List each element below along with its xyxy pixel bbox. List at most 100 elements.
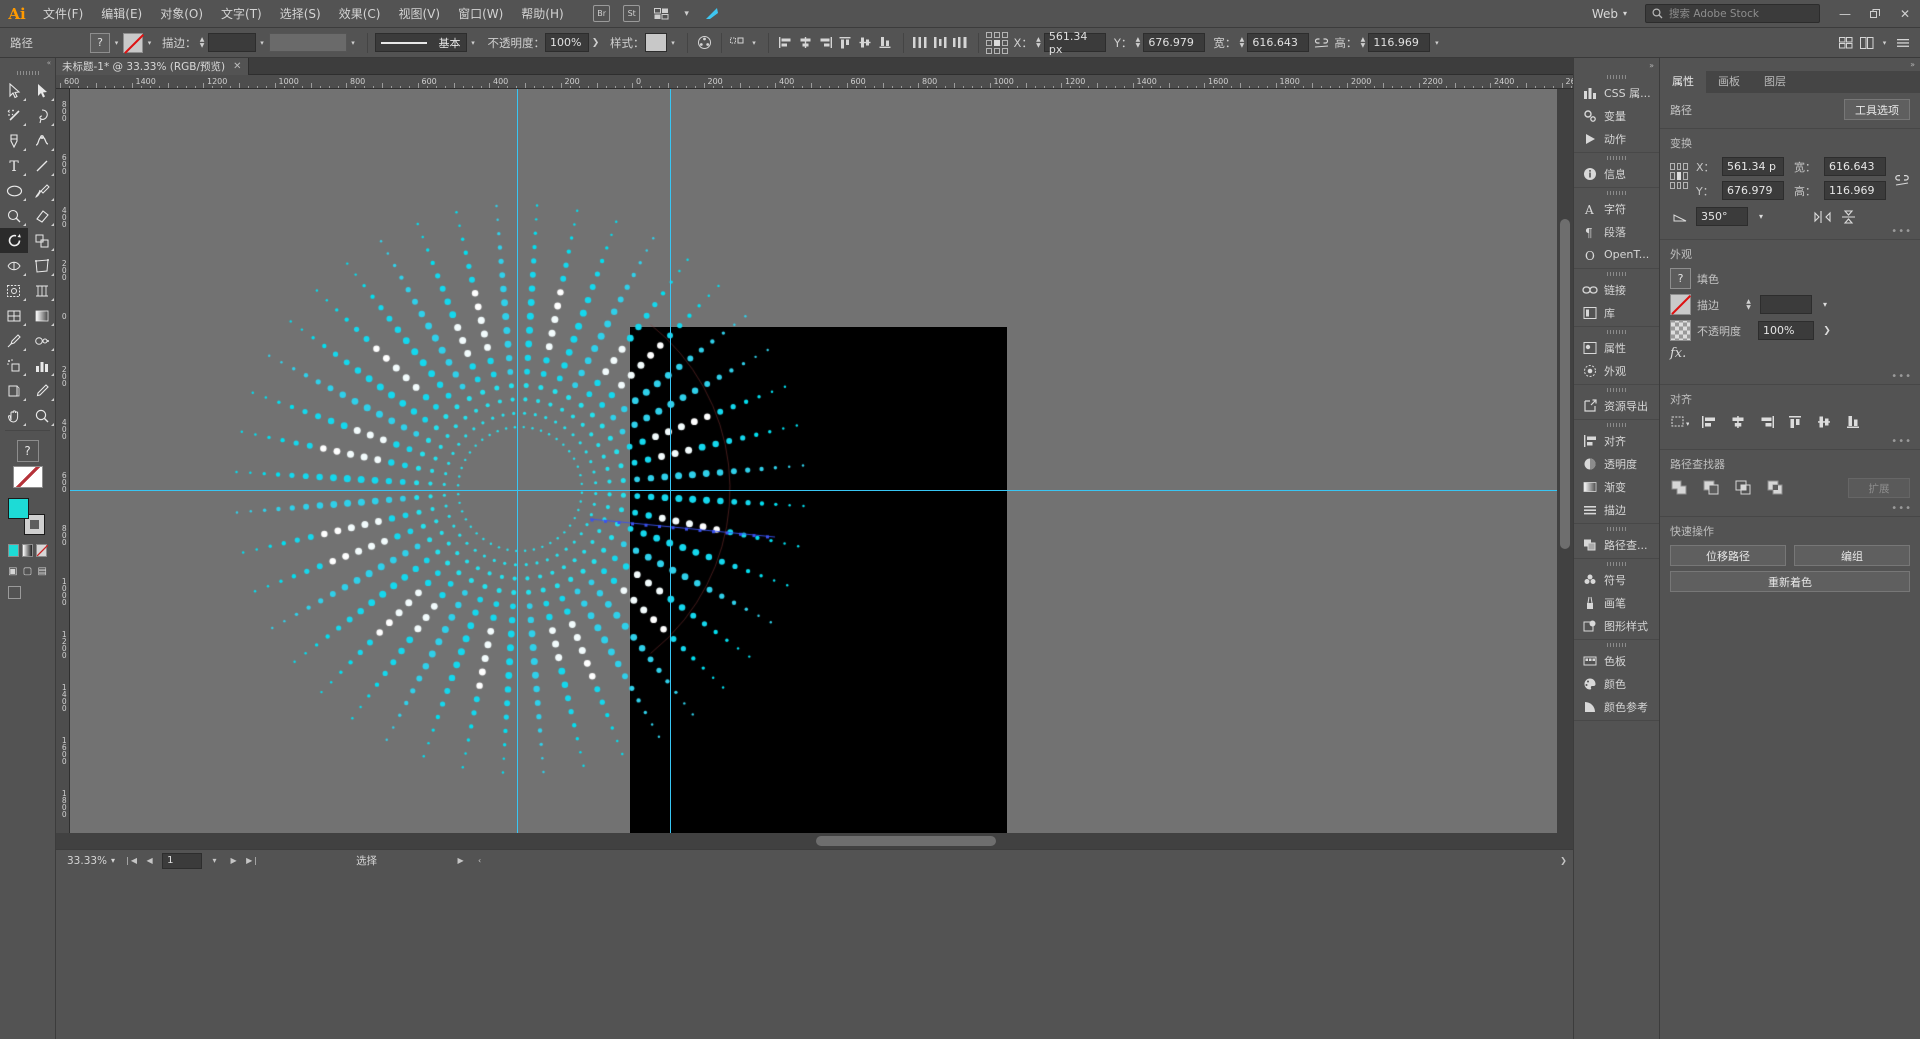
paintbrush-tool[interactable]	[28, 178, 56, 203]
close-button[interactable]: ✕	[1890, 0, 1920, 28]
tab-artboards[interactable]: 画板	[1706, 71, 1752, 93]
menu-type[interactable]: 文字(T)	[212, 0, 271, 28]
distribute-center-icon[interactable]	[931, 35, 951, 51]
select-similar-dropdown-icon[interactable]: ▾	[748, 33, 761, 53]
recolor-button[interactable]: 重新着色	[1670, 571, 1910, 592]
ref-pt[interactable]	[1676, 163, 1682, 171]
symbol-sprayer-tool[interactable]	[0, 353, 28, 378]
dock-item-颜色[interactable]: 颜色	[1574, 672, 1659, 695]
ellipse-tool[interactable]	[0, 178, 28, 203]
dock-item-对齐[interactable]: 对齐	[1574, 429, 1659, 452]
line-segment-tool[interactable]	[28, 153, 56, 178]
chevron-down-icon[interactable]: ▾	[1754, 208, 1768, 226]
y-field[interactable]: 676.979	[1143, 33, 1206, 52]
menu-help[interactable]: 帮助(H)	[512, 0, 572, 28]
appearance-more-options[interactable]: •••	[1891, 371, 1912, 382]
ref-pt-active[interactable]	[993, 39, 1000, 46]
dock-group-grip[interactable]	[1574, 72, 1659, 81]
tools-drag-grip[interactable]	[0, 68, 55, 78]
illustrator-quick-icon[interactable]	[701, 4, 723, 24]
ref-pt[interactable]	[985, 31, 992, 38]
ref-pt[interactable]	[1001, 39, 1008, 46]
edit-toolbar-button[interactable]: ?	[16, 440, 39, 462]
column-graph-tool[interactable]	[28, 353, 56, 378]
ref-pt[interactable]	[1670, 172, 1675, 180]
flip-horizontal-icon[interactable]	[1812, 208, 1832, 226]
ref-pt[interactable]	[1001, 47, 1008, 54]
tab-properties[interactable]: 属性	[1660, 71, 1706, 93]
dock-group-grip[interactable]	[1574, 153, 1659, 162]
eyedropper-tool[interactable]	[0, 328, 28, 353]
dock-group-grip[interactable]	[1574, 559, 1659, 568]
y-stepper[interactable]: ▲ ▼	[1132, 34, 1143, 52]
dock-group-grip[interactable]	[1574, 420, 1659, 429]
horizontal-ruler[interactable]: 600 1400 1200 1000 800 600 400 200 0 200 400 600 800…	[56, 75, 1573, 89]
dock-item-色板[interactable]: 色板	[1574, 649, 1659, 672]
ref-pt[interactable]	[1676, 181, 1682, 189]
expand-button[interactable]: 扩展	[1848, 478, 1910, 498]
control-panel-menu-icon[interactable]	[1893, 33, 1912, 53]
dock-item-动作[interactable]: 动作	[1574, 127, 1659, 150]
dock-expand-icon[interactable]: »	[1574, 58, 1659, 72]
properties-collapse-icon[interactable]: »	[1660, 58, 1920, 71]
artboard-dropdown-icon[interactable]: ▾	[208, 853, 221, 869]
intersect-icon[interactable]	[1734, 479, 1754, 497]
ref-pt[interactable]	[1670, 181, 1675, 189]
type-tool[interactable]: T	[0, 153, 28, 178]
lasso-tool[interactable]	[28, 103, 56, 128]
drawing-mode-inside-icon[interactable]: ▤	[37, 565, 47, 578]
horizontal-scroll-thumb[interactable]	[816, 836, 996, 846]
align-bottom-icon[interactable]	[1844, 413, 1864, 431]
arrange-dropdown-icon[interactable]: ▾	[1878, 33, 1891, 53]
dock-group-grip[interactable]	[1574, 327, 1659, 336]
exclude-icon[interactable]	[1766, 479, 1786, 497]
align-center-v-icon[interactable]	[1815, 413, 1835, 431]
opacity-field[interactable]: 100%	[545, 33, 589, 52]
magic-wand-tool[interactable]	[0, 103, 28, 128]
minimize-button[interactable]: —	[1830, 0, 1860, 28]
fill-swatch[interactable]: ?	[1670, 268, 1691, 289]
direct-selection-tool[interactable]	[28, 78, 56, 103]
align-to-selection-icon[interactable]: ▾	[1670, 413, 1690, 431]
dock-group-grip[interactable]	[1574, 269, 1659, 278]
arrange-documents-icon[interactable]	[651, 4, 673, 24]
opacity-flyout-icon[interactable]: ❯	[1820, 322, 1834, 340]
dock-item-库[interactable]: 库	[1574, 301, 1659, 324]
reference-point-selector[interactable]	[985, 31, 1008, 54]
ref-pt[interactable]	[1670, 163, 1675, 171]
fill-stroke-indicator[interactable]	[0, 494, 56, 540]
arrange-documents-icon[interactable]	[1836, 33, 1855, 53]
height-field[interactable]: 116.969	[1824, 181, 1886, 200]
tools-collapse-icon[interactable]: «	[0, 58, 55, 68]
align-right-icon[interactable]	[1757, 413, 1777, 431]
restore-button[interactable]	[1860, 0, 1890, 28]
dock-item-路径查...[interactable]: 路径查...	[1574, 533, 1659, 556]
blend-tool[interactable]	[28, 328, 56, 353]
dock-group-grip[interactable]	[1574, 640, 1659, 649]
dock-item-渐变[interactable]: 渐变	[1574, 475, 1659, 498]
select-similar-icon[interactable]	[729, 33, 748, 53]
fill-dropdown-icon[interactable]: ▾	[110, 33, 123, 53]
ref-pt[interactable]	[993, 31, 1000, 38]
hand-tool[interactable]	[0, 403, 28, 428]
zoom-level-select[interactable]: 33.33% ▾	[64, 853, 118, 869]
stroke-dropdown-icon[interactable]: ▾	[143, 33, 156, 53]
selection-tool[interactable]	[0, 78, 28, 103]
opacity-field[interactable]: 100%	[1758, 321, 1814, 340]
width-field[interactable]: 616.643	[1824, 157, 1886, 176]
horizontal-scrollbar[interactable]	[56, 833, 1573, 849]
dock-item-属性[interactable]: 属性	[1574, 336, 1659, 359]
dock-item-变量[interactable]: 变量	[1574, 104, 1659, 127]
align-center-h-icon[interactable]	[1728, 413, 1748, 431]
dock-group-grip[interactable]	[1574, 188, 1659, 197]
pathfinder-more-options[interactable]: •••	[1891, 503, 1912, 514]
dock-group-grip[interactable]	[1574, 524, 1659, 533]
dock-item-字符[interactable]: A 字符	[1574, 197, 1659, 220]
gradient-tool[interactable]	[28, 303, 56, 328]
transform-flyout-icon[interactable]: ▾	[1430, 33, 1443, 53]
chevron-down-icon[interactable]: ▾	[1818, 296, 1832, 314]
dock-item-CSS 属...[interactable]: CSS 属...	[1574, 81, 1659, 104]
workspace-switcher[interactable]: Web ▾	[1584, 7, 1635, 21]
menu-edit[interactable]: 编辑(E)	[92, 0, 151, 28]
transform-more-options[interactable]: •••	[1891, 226, 1912, 237]
